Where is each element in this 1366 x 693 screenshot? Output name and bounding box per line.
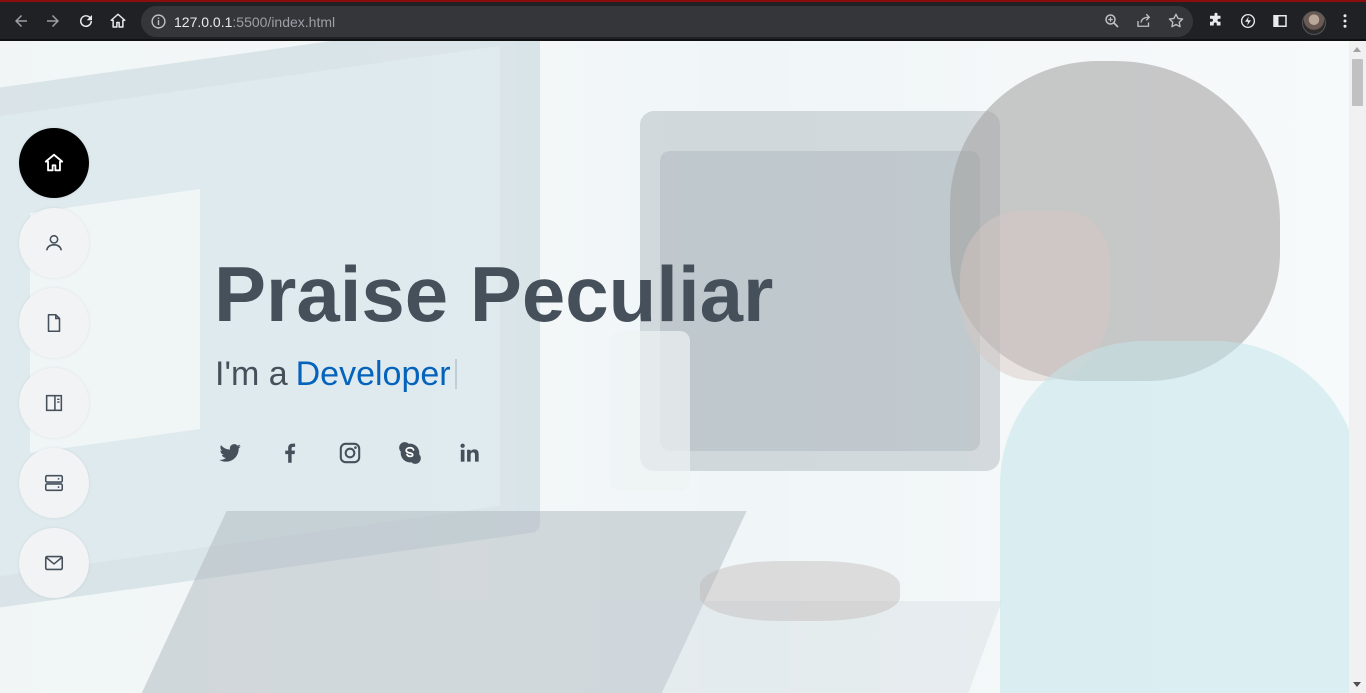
facebook-icon: [285, 443, 296, 463]
book-icon: [45, 394, 63, 412]
subtitle-prefix: I'm a: [215, 355, 288, 393]
skype-icon: [399, 442, 421, 464]
hero-overlay: [0, 41, 1366, 693]
vertical-scrollbar[interactable]: [1349, 41, 1366, 693]
reload-icon: [80, 15, 93, 28]
info-icon[interactable]: [150, 13, 167, 30]
forward-button[interactable]: [38, 6, 68, 36]
share-button[interactable]: [1129, 6, 1159, 36]
home-button[interactable]: [103, 6, 133, 36]
twitter-link[interactable]: [214, 437, 246, 469]
typed-role: Developer: [295, 355, 451, 393]
user-icon: [45, 234, 63, 251]
nav-services-button[interactable]: [19, 448, 89, 518]
star-icon: [1168, 13, 1184, 28]
bookmark-button[interactable]: [1161, 6, 1191, 36]
page-viewport: Praise Peculiar I'm a Developer: [0, 41, 1366, 693]
home-outline-icon: [110, 13, 126, 28]
menu-button[interactable]: [1330, 6, 1360, 36]
typing-caret: [454, 359, 457, 389]
nav-portfolio-button[interactable]: [19, 368, 89, 438]
skype-link[interactable]: [394, 437, 426, 469]
scroll-thumb[interactable]: [1352, 59, 1363, 106]
home-icon: [44, 153, 64, 172]
scroll-down-arrow[interactable]: [1353, 682, 1361, 687]
kebab-menu-icon: [1343, 14, 1347, 28]
profile-avatar[interactable]: [1302, 11, 1326, 35]
back-button[interactable]: [6, 6, 36, 36]
hero-name: Praise Peculiar: [214, 250, 774, 338]
nav-contact-button[interactable]: [19, 528, 89, 598]
envelope-icon: [44, 555, 64, 571]
zoom-button[interactable]: [1097, 6, 1127, 36]
nav-about-button[interactable]: [19, 208, 89, 278]
nav-resume-button[interactable]: [19, 288, 89, 358]
arrow-right-icon: [47, 15, 59, 27]
hero-subtitle: I'm a Developer: [215, 355, 457, 394]
linkedin-link[interactable]: [454, 437, 486, 469]
linkedin-icon: [460, 443, 479, 462]
server-icon: [44, 474, 64, 492]
facebook-link[interactable]: [274, 437, 306, 469]
instagram-link[interactable]: [334, 437, 366, 469]
share-icon: [1137, 13, 1151, 27]
arrow-left-icon: [15, 15, 27, 27]
browser-toolbar: 127.0.0.1:5500/index.html: [0, 0, 1366, 41]
side-panel-button[interactable]: [1265, 6, 1295, 36]
url-text: 127.0.0.1:5500/index.html: [174, 14, 336, 30]
nav-home-button[interactable]: [19, 128, 89, 198]
puzzle-icon: [1210, 12, 1221, 26]
bolt-circle-icon: [1240, 13, 1256, 29]
instagram-icon: [339, 442, 361, 464]
extension-bolt-button[interactable]: [1233, 6, 1263, 36]
file-icon: [47, 313, 61, 333]
address-bar[interactable]: 127.0.0.1:5500/index.html: [141, 6, 1193, 37]
twitter-icon: [219, 444, 241, 462]
zoom-icon: [1105, 14, 1119, 28]
reload-button[interactable]: [71, 6, 101, 36]
extensions-button[interactable]: [1201, 6, 1231, 36]
side-panel-icon: [1273, 15, 1287, 27]
scroll-up-arrow[interactable]: [1353, 47, 1361, 52]
